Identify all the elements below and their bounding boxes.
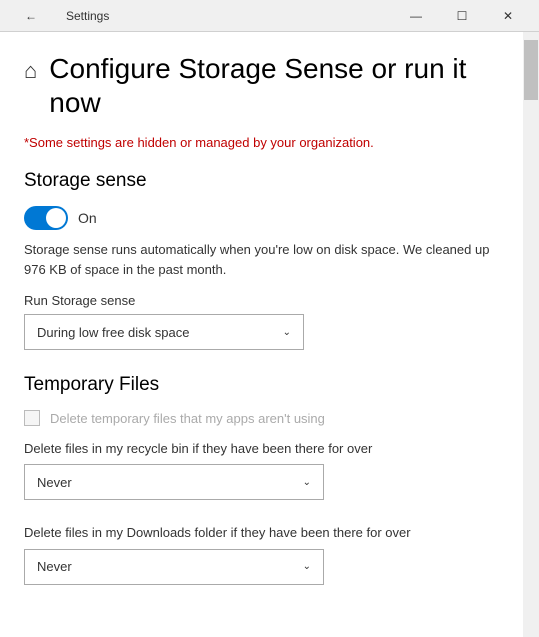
chevron-down-icon-recycle: ⌄: [303, 477, 311, 488]
content-wrapper: ⌂ Configure Storage Sense or run it now …: [0, 32, 539, 637]
downloads-value: Never: [37, 559, 72, 574]
page-title: Configure Storage Sense or run it now: [49, 52, 499, 119]
maximize-button[interactable]: ☐: [439, 0, 485, 32]
delete-temp-files-label: Delete temporary files that my apps aren…: [50, 411, 325, 426]
storage-sense-header: Storage sense: [24, 170, 499, 192]
title-bar-title: Settings: [66, 9, 109, 23]
scroll-area[interactable]: ⌂ Configure Storage Sense or run it now …: [0, 32, 523, 637]
toggle-knob: [46, 208, 66, 228]
chevron-down-icon: ⌄: [283, 327, 291, 338]
downloads-dropdown[interactable]: Never ⌄: [24, 549, 324, 585]
storage-sense-toggle[interactable]: [24, 206, 68, 230]
scrollbar[interactable]: [523, 32, 539, 637]
toggle-row: On: [24, 206, 499, 230]
toggle-label: On: [78, 210, 97, 226]
recycle-bin-value: Never: [37, 475, 72, 490]
warning-text: *Some settings are hidden or managed by …: [24, 135, 499, 150]
recycle-bin-label: Delete files in my recycle bin if they h…: [24, 440, 499, 458]
title-bar-controls: — ☐ ✕: [393, 0, 531, 32]
chevron-down-icon-downloads: ⌄: [303, 561, 311, 572]
run-storage-sense-label: Run Storage sense: [24, 293, 499, 308]
minimize-button[interactable]: —: [393, 0, 439, 32]
home-icon[interactable]: ⌂: [24, 58, 37, 84]
delete-temp-files-checkbox[interactable]: [24, 410, 40, 426]
delete-temp-files-row: Delete temporary files that my apps aren…: [24, 410, 499, 426]
title-bar-left: ← Settings: [8, 0, 109, 32]
recycle-bin-dropdown[interactable]: Never ⌄: [24, 464, 324, 500]
run-storage-sense-value: During low free disk space: [37, 325, 189, 340]
temporary-files-header: Temporary Files: [24, 374, 499, 396]
temporary-files-section: Temporary Files Delete temporary files t…: [24, 374, 499, 584]
title-bar: ← Settings — ☐ ✕: [0, 0, 539, 32]
back-button[interactable]: ←: [8, 0, 54, 32]
page-header: ⌂ Configure Storage Sense or run it now: [24, 52, 499, 119]
run-storage-sense-dropdown[interactable]: During low free disk space ⌄: [24, 314, 304, 350]
storage-sense-description: Storage sense runs automatically when yo…: [24, 240, 499, 279]
close-button[interactable]: ✕: [485, 0, 531, 32]
downloads-label: Delete files in my Downloads folder if t…: [24, 524, 499, 542]
scrollbar-thumb[interactable]: [524, 40, 538, 100]
